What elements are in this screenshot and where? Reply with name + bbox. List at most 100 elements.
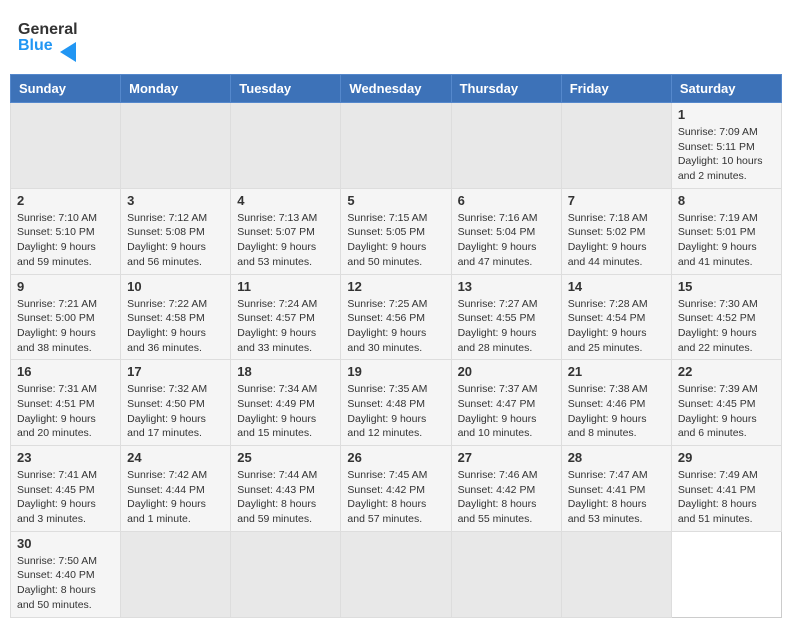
calendar-cell: 17 Sunrise: 7:32 AM Sunset: 4:50 PM Dayli… xyxy=(121,360,231,446)
calendar-cell: 9 Sunrise: 7:21 AM Sunset: 5:00 PM Daylig… xyxy=(11,274,121,360)
calendar-cell: 21Sunrise: 7:38 AM Sunset: 4:46 PM Dayli… xyxy=(561,360,671,446)
day-number: 9 xyxy=(17,279,114,294)
day-number: 11 xyxy=(237,279,334,294)
day-number: 15 xyxy=(678,279,775,294)
calendar-row-0: 1 Sunrise: 7:09 AM Sunset: 5:11 PM Daylig… xyxy=(11,103,782,189)
day-number: 2 xyxy=(17,193,114,208)
calendar-cell: 14 Sunrise: 7:28 AM Sunset: 4:54 PM Dayli… xyxy=(561,274,671,360)
calendar-cell: 28Sunrise: 7:47 AM Sunset: 4:41 PM Dayli… xyxy=(561,446,671,532)
calendar-header: General Blue xyxy=(10,10,782,66)
calendar-cell xyxy=(341,103,451,189)
day-info: Sunrise: 7:24 AM Sunset: 4:57 PM Dayligh… xyxy=(237,297,334,356)
weekday-header-row: SundayMondayTuesdayWednesdayThursdayFrid… xyxy=(11,75,782,103)
day-info: Sunrise: 7:19 AM Sunset: 5:01 PM Dayligh… xyxy=(678,211,775,270)
day-info: Sunrise: 7:49 AM Sunset: 4:41 PM Dayligh… xyxy=(678,468,775,527)
calendar-row-2: 9 Sunrise: 7:21 AM Sunset: 5:00 PM Daylig… xyxy=(11,274,782,360)
weekday-header-saturday: Saturday xyxy=(671,75,781,103)
calendar-row-3: 16 Sunrise: 7:31 AM Sunset: 4:51 PM Dayli… xyxy=(11,360,782,446)
day-number: 16 xyxy=(17,364,114,379)
day-number: 22 xyxy=(678,364,775,379)
day-info: Sunrise: 7:09 AM Sunset: 5:11 PM Dayligh… xyxy=(678,125,775,184)
day-number: 14 xyxy=(568,279,665,294)
calendar-cell: 19 Sunrise: 7:35 AM Sunset: 4:48 PM Dayli… xyxy=(341,360,451,446)
calendar-cell xyxy=(231,531,341,617)
day-info: Sunrise: 7:25 AM Sunset: 4:56 PM Dayligh… xyxy=(347,297,444,356)
day-number: 6 xyxy=(458,193,555,208)
day-info: Sunrise: 7:39 AM Sunset: 4:45 PM Dayligh… xyxy=(678,382,775,441)
calendar-cell: 2 Sunrise: 7:10 AM Sunset: 5:10 PM Daylig… xyxy=(11,188,121,274)
day-info: Sunrise: 7:46 AM Sunset: 4:42 PM Dayligh… xyxy=(458,468,555,527)
day-info: Sunrise: 7:21 AM Sunset: 5:00 PM Dayligh… xyxy=(17,297,114,356)
day-info: Sunrise: 7:18 AM Sunset: 5:02 PM Dayligh… xyxy=(568,211,665,270)
calendar-cell xyxy=(451,103,561,189)
calendar-cell: 25Sunrise: 7:44 AM Sunset: 4:43 PM Dayli… xyxy=(231,446,341,532)
calendar-cell: 12Sunrise: 7:25 AM Sunset: 4:56 PM Dayli… xyxy=(341,274,451,360)
day-info: Sunrise: 7:42 AM Sunset: 4:44 PM Dayligh… xyxy=(127,468,224,527)
day-number: 5 xyxy=(347,193,444,208)
calendar-cell xyxy=(11,103,121,189)
calendar-cell xyxy=(451,531,561,617)
day-info: Sunrise: 7:22 AM Sunset: 4:58 PM Dayligh… xyxy=(127,297,224,356)
calendar-cell: 29 Sunrise: 7:49 AM Sunset: 4:41 PM Dayli… xyxy=(671,446,781,532)
day-info: Sunrise: 7:12 AM Sunset: 5:08 PM Dayligh… xyxy=(127,211,224,270)
day-info: Sunrise: 7:31 AM Sunset: 4:51 PM Dayligh… xyxy=(17,382,114,441)
day-number: 19 xyxy=(347,364,444,379)
calendar-cell xyxy=(561,531,671,617)
calendar-cell: 16 Sunrise: 7:31 AM Sunset: 4:51 PM Dayli… xyxy=(11,360,121,446)
calendar-cell xyxy=(121,531,231,617)
day-number: 23 xyxy=(17,450,114,465)
calendar-cell xyxy=(341,531,451,617)
day-number: 29 xyxy=(678,450,775,465)
calendar-cell: 27 Sunrise: 7:46 AM Sunset: 4:42 PM Dayli… xyxy=(451,446,561,532)
calendar-table: SundayMondayTuesdayWednesdayThursdayFrid… xyxy=(10,74,782,618)
day-info: Sunrise: 7:13 AM Sunset: 5:07 PM Dayligh… xyxy=(237,211,334,270)
day-number: 17 xyxy=(127,364,224,379)
day-number: 10 xyxy=(127,279,224,294)
calendar-cell: 6 Sunrise: 7:16 AM Sunset: 5:04 PM Daylig… xyxy=(451,188,561,274)
svg-text:Blue: Blue xyxy=(18,37,53,54)
logo-icon: General Blue xyxy=(18,14,78,62)
day-info: Sunrise: 7:50 AM Sunset: 4:40 PM Dayligh… xyxy=(17,554,114,613)
calendar-cell xyxy=(561,103,671,189)
day-number: 25 xyxy=(237,450,334,465)
calendar-cell: 4Sunrise: 7:13 AM Sunset: 5:07 PM Daylig… xyxy=(231,188,341,274)
calendar-cell: 20Sunrise: 7:37 AM Sunset: 4:47 PM Dayli… xyxy=(451,360,561,446)
day-number: 1 xyxy=(678,107,775,122)
calendar-cell: 5 Sunrise: 7:15 AM Sunset: 5:05 PM Daylig… xyxy=(341,188,451,274)
day-number: 13 xyxy=(458,279,555,294)
day-info: Sunrise: 7:32 AM Sunset: 4:50 PM Dayligh… xyxy=(127,382,224,441)
day-info: Sunrise: 7:28 AM Sunset: 4:54 PM Dayligh… xyxy=(568,297,665,356)
calendar-cell: 23 Sunrise: 7:41 AM Sunset: 4:45 PM Dayli… xyxy=(11,446,121,532)
day-info: Sunrise: 7:15 AM Sunset: 5:05 PM Dayligh… xyxy=(347,211,444,270)
day-info: Sunrise: 7:34 AM Sunset: 4:49 PM Dayligh… xyxy=(237,382,334,441)
calendar-cell xyxy=(121,103,231,189)
day-info: Sunrise: 7:16 AM Sunset: 5:04 PM Dayligh… xyxy=(458,211,555,270)
calendar-row-1: 2 Sunrise: 7:10 AM Sunset: 5:10 PM Daylig… xyxy=(11,188,782,274)
calendar-cell: 15 Sunrise: 7:30 AM Sunset: 4:52 PM Dayli… xyxy=(671,274,781,360)
calendar-cell: 18 Sunrise: 7:34 AM Sunset: 4:49 PM Dayli… xyxy=(231,360,341,446)
weekday-header-sunday: Sunday xyxy=(11,75,121,103)
day-info: Sunrise: 7:38 AM Sunset: 4:46 PM Dayligh… xyxy=(568,382,665,441)
calendar-row-4: 23 Sunrise: 7:41 AM Sunset: 4:45 PM Dayli… xyxy=(11,446,782,532)
calendar-cell: 10 Sunrise: 7:22 AM Sunset: 4:58 PM Dayli… xyxy=(121,274,231,360)
day-info: Sunrise: 7:10 AM Sunset: 5:10 PM Dayligh… xyxy=(17,211,114,270)
logo: General Blue xyxy=(18,14,78,62)
calendar-cell xyxy=(231,103,341,189)
weekday-header-monday: Monday xyxy=(121,75,231,103)
calendar-cell: 3Sunrise: 7:12 AM Sunset: 5:08 PM Daylig… xyxy=(121,188,231,274)
day-number: 18 xyxy=(237,364,334,379)
day-number: 8 xyxy=(678,193,775,208)
day-number: 7 xyxy=(568,193,665,208)
day-number: 24 xyxy=(127,450,224,465)
day-info: Sunrise: 7:30 AM Sunset: 4:52 PM Dayligh… xyxy=(678,297,775,356)
day-info: Sunrise: 7:35 AM Sunset: 4:48 PM Dayligh… xyxy=(347,382,444,441)
day-info: Sunrise: 7:41 AM Sunset: 4:45 PM Dayligh… xyxy=(17,468,114,527)
weekday-header-tuesday: Tuesday xyxy=(231,75,341,103)
day-number: 26 xyxy=(347,450,444,465)
calendar-cell: 8 Sunrise: 7:19 AM Sunset: 5:01 PM Daylig… xyxy=(671,188,781,274)
calendar-row-5: 30Sunrise: 7:50 AM Sunset: 4:40 PM Dayli… xyxy=(11,531,782,617)
weekday-header-thursday: Thursday xyxy=(451,75,561,103)
day-number: 28 xyxy=(568,450,665,465)
day-number: 27 xyxy=(458,450,555,465)
day-info: Sunrise: 7:37 AM Sunset: 4:47 PM Dayligh… xyxy=(458,382,555,441)
